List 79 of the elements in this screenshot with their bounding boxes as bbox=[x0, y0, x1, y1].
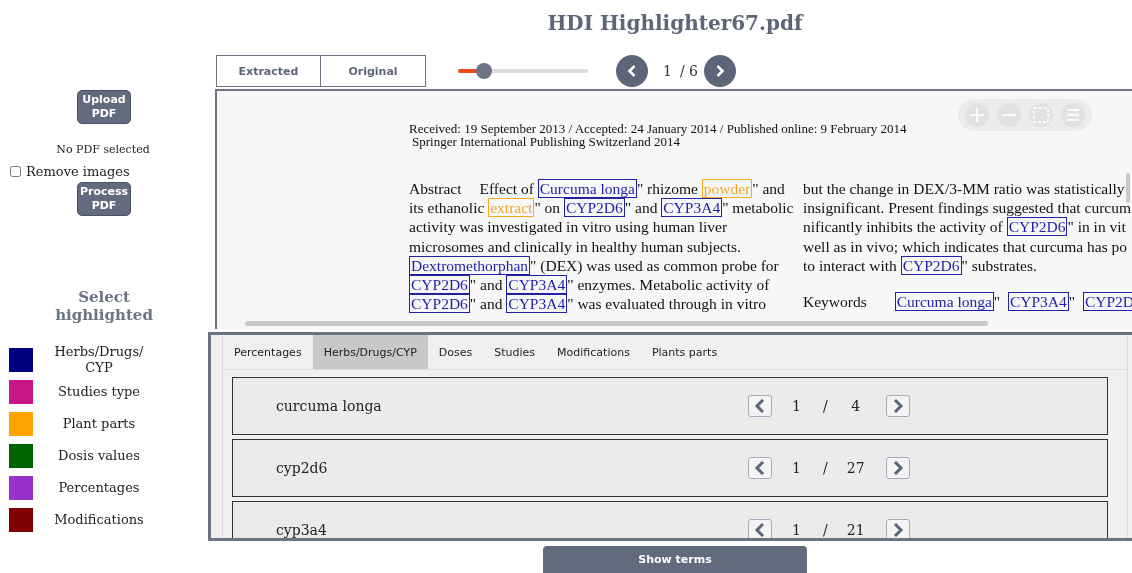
chevron-left-icon bbox=[754, 523, 766, 537]
next-match-button[interactable] bbox=[885, 457, 910, 479]
color-swatch[interactable] bbox=[9, 508, 33, 532]
category-tab[interactable]: Percentages bbox=[223, 335, 313, 369]
document-text-line: microsomes and clinically in healthy human subjects. bbox=[409, 237, 741, 257]
color-swatch[interactable] bbox=[9, 380, 33, 404]
match-total: 27 bbox=[845, 460, 866, 476]
previous-page-button[interactable] bbox=[616, 55, 648, 87]
chevron-right-icon bbox=[715, 65, 725, 77]
previous-match-button[interactable] bbox=[748, 395, 772, 417]
document-text-line: but the change in DEX/3-MM ratio was statistically bbox=[803, 180, 1125, 199]
category-tab[interactable]: Herbs/Drugs/CYP bbox=[312, 335, 428, 369]
match-index: 1 bbox=[792, 522, 801, 538]
legend-label: Herbs/Drugs/CYP bbox=[53, 344, 145, 376]
legend-label: Percentages bbox=[57, 480, 141, 496]
color-swatch[interactable] bbox=[9, 412, 33, 436]
term-name: cyp3a4 bbox=[275, 522, 328, 538]
show-terms-button[interactable]: Show terms bbox=[543, 546, 807, 573]
previous-match-button[interactable] bbox=[748, 457, 772, 479]
document-text-line: Dextromethorphan" (DEX) was used as common probe for bbox=[409, 256, 779, 276]
horizontal-scrollbar[interactable] bbox=[245, 321, 988, 326]
color-swatch[interactable] bbox=[9, 476, 33, 500]
document-text-line: Abstract Effect of Curcuma longa" rhizome powder" and bbox=[409, 180, 785, 200]
document-text-line: insignificant. Present findings suggested that curcum bbox=[803, 199, 1132, 219]
document-text-line: to interact with CYP2D6" substrates. bbox=[803, 256, 1037, 276]
next-page-button[interactable] bbox=[704, 55, 736, 87]
document-title: HDI Highlighter67.pdf bbox=[546, 9, 805, 37]
match-separator: / bbox=[822, 522, 828, 538]
view-tab[interactable]: Extracted bbox=[216, 55, 321, 87]
term-name: curcuma longa bbox=[275, 398, 383, 414]
match-total: 21 bbox=[845, 522, 866, 538]
category-tab[interactable]: Studies bbox=[483, 335, 547, 369]
slider-thumb[interactable] bbox=[476, 63, 492, 79]
vertical-scrollbar[interactable] bbox=[1126, 173, 1130, 203]
match-separator: / bbox=[822, 460, 828, 476]
upload-pdf-button[interactable]: Upload PDF bbox=[77, 90, 131, 124]
file-status-text: No PDF selected bbox=[56, 143, 150, 156]
document-text-line: well as in vivo; which indicates that curcuma has po bbox=[803, 237, 1128, 257]
page-number: 1 bbox=[663, 63, 672, 79]
match-index: 1 bbox=[792, 398, 801, 414]
chevron-left-icon bbox=[754, 399, 766, 413]
document-text-line: Springer International Publishing Switzerland 2014 bbox=[411, 135, 680, 148]
page-total: / 6 bbox=[679, 63, 698, 79]
legend-label: Plant parts bbox=[61, 416, 137, 432]
next-match-button[interactable] bbox=[885, 395, 910, 417]
legend-label: Modifications bbox=[53, 512, 145, 528]
document-text-line: CYP2D6" and CYP3A4" was evaluated through in vitro bbox=[409, 295, 766, 315]
legend-title: Select highlighted bbox=[54, 288, 154, 324]
match-total: 4 bbox=[850, 398, 862, 414]
document-text-line: activity was investigated in vitro using human liver bbox=[409, 218, 728, 238]
zoom-out-icon[interactable] bbox=[996, 102, 1022, 128]
chevron-left-icon bbox=[627, 65, 637, 77]
fit-page-icon[interactable] bbox=[1028, 102, 1054, 128]
category-tab[interactable]: Plants parts bbox=[640, 335, 729, 369]
document-text-line: its ethanolic extract" on CYP2D6" and CYP3A4" metabolic bbox=[409, 199, 794, 219]
remove-images-checkbox[interactable] bbox=[10, 166, 21, 177]
process-pdf-button[interactable]: Process PDF bbox=[77, 182, 131, 216]
chevron-left-icon bbox=[754, 461, 766, 475]
chevron-right-icon bbox=[891, 461, 904, 475]
chevron-right-icon bbox=[891, 399, 904, 413]
next-match-button[interactable] bbox=[885, 519, 910, 538]
match-index: 1 bbox=[792, 460, 801, 476]
color-swatch[interactable] bbox=[9, 348, 33, 372]
zoom-in-icon[interactable] bbox=[964, 102, 990, 128]
previous-match-button[interactable] bbox=[748, 519, 772, 538]
legend-label: Studies type bbox=[56, 384, 142, 400]
color-swatch[interactable] bbox=[9, 444, 33, 468]
document-text-line: Received: 19 September 2013 / Accepted: 24 January 2014 / Published online: 9 February 2014 bbox=[409, 122, 907, 135]
view-tab[interactable]: Original bbox=[321, 55, 426, 87]
document-text-line: CYP2D6" and CYP3A4" enzymes. Metabolic activity of bbox=[409, 275, 770, 296]
category-tab[interactable]: Doses bbox=[427, 335, 484, 369]
menu-icon[interactable] bbox=[1060, 102, 1086, 128]
match-separator: / bbox=[822, 398, 828, 414]
category-tab[interactable]: Modifications bbox=[546, 335, 641, 369]
legend-label: Dosis values bbox=[57, 448, 141, 464]
chevron-right-icon bbox=[891, 523, 904, 537]
term-name: cyp2d6 bbox=[275, 460, 329, 476]
checkbox-label: Remove images bbox=[26, 164, 130, 179]
document-text-line: nificantly inhibits the activity of CYP2D6" in in vit bbox=[803, 218, 1126, 238]
